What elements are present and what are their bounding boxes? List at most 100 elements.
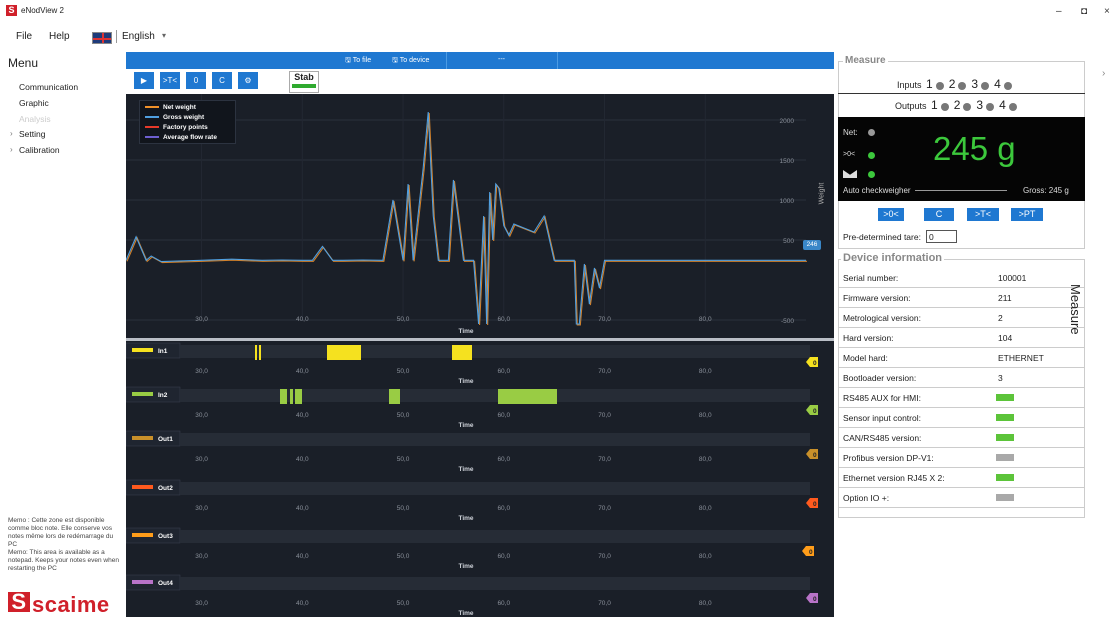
channel-label: In2 xyxy=(158,392,168,399)
clear-button[interactable]: C xyxy=(212,72,232,89)
channel-track xyxy=(180,345,810,358)
menu-help[interactable]: Help xyxy=(49,31,70,42)
x-tick-label: 30,0 xyxy=(195,368,208,375)
x-tick-label: 60,0 xyxy=(497,316,510,323)
x-tick-label: 60,0 xyxy=(497,505,510,512)
clear-button[interactable]: C xyxy=(924,208,954,221)
to-file-button[interactable]: 🖫 To file xyxy=(345,56,371,67)
sidebar-item-calibration[interactable]: Calibration xyxy=(19,145,60,155)
output-led xyxy=(986,102,995,111)
device-info-key: Bootloader version: xyxy=(843,373,917,383)
output-led xyxy=(1008,102,1017,111)
zero-button[interactable]: >0< xyxy=(878,208,904,221)
x-tick-label: 60,0 xyxy=(497,412,510,419)
legend-item: Net weight xyxy=(145,104,196,111)
y-tick-label: 500 xyxy=(783,238,794,245)
chevron-right-icon[interactable]: › xyxy=(10,145,13,154)
channel-swatch xyxy=(132,436,153,440)
to-device-button[interactable]: 🖫 To device xyxy=(392,56,429,67)
x-axis-label: Time xyxy=(458,422,473,429)
language-select[interactable]: English xyxy=(122,31,155,42)
menu-file[interactable]: File xyxy=(16,31,32,42)
device-info-row: Metrological version: 2 xyxy=(838,308,1085,328)
legend-swatch xyxy=(145,116,159,119)
device-info-row: RS485 AUX for HMI: xyxy=(838,388,1085,408)
device-info-row: Model hard: ETHERNET xyxy=(838,348,1085,368)
memo-notepad[interactable]: Memo : Cette zone est disponible comme b… xyxy=(8,517,123,573)
play-button[interactable]: ▶ xyxy=(134,72,154,89)
x-tick-label: 40,0 xyxy=(296,600,309,607)
channel-label: Out2 xyxy=(158,485,173,492)
x-tick-label: 30,0 xyxy=(195,412,208,419)
chevron-right-icon[interactable]: › xyxy=(10,129,13,138)
x-axis-label: Time xyxy=(458,378,473,385)
channel-swatch xyxy=(132,580,153,584)
channel-swatch xyxy=(132,533,153,537)
device-info-key: Ethernet version RJ45 X 2: xyxy=(843,473,945,483)
status-indicator xyxy=(996,434,1014,441)
zero-indicator-led xyxy=(868,152,875,159)
device-info-row: Sensor input control: xyxy=(838,408,1085,428)
device-info-key: Profibus version DP-V1: xyxy=(843,453,934,463)
x-tick-label: 70,0 xyxy=(598,368,611,375)
legend-swatch xyxy=(145,136,159,139)
brand-logo: Sscaime xyxy=(8,591,110,617)
tare-button[interactable]: >T< xyxy=(160,72,180,89)
sidebar-item-setting[interactable]: Setting xyxy=(19,129,45,139)
legend-item: Average flow rate xyxy=(145,134,217,141)
x-tick-label: 30,0 xyxy=(195,505,208,512)
status-indicator xyxy=(996,454,1014,461)
y-tick-label: -500 xyxy=(781,318,794,325)
sidebar-item-graphic[interactable]: Graphic xyxy=(19,98,49,108)
device-info-key: Option IO +: xyxy=(843,493,890,503)
channel-swatch xyxy=(132,348,153,352)
close-button[interactable]: × xyxy=(1104,6,1110,17)
device-info-row: CAN/RS485 version: xyxy=(838,428,1085,448)
gear-icon[interactable]: ⚙ xyxy=(238,72,258,89)
x-tick-label: 50,0 xyxy=(397,505,410,512)
device-info-row: Serial number: 100001 xyxy=(838,268,1085,288)
channel-active-block xyxy=(295,389,302,404)
channel-value-label: 0 xyxy=(813,360,817,367)
channel-label: Out1 xyxy=(158,436,173,443)
sidebar-item-analysis[interactable]: Analysis xyxy=(19,114,51,124)
x-tick-label: 70,0 xyxy=(598,412,611,419)
device-info-key: RS485 AUX for HMI: xyxy=(843,393,921,403)
x-tick-label: 40,0 xyxy=(296,368,309,375)
x-tick-label: 80,0 xyxy=(699,368,712,375)
weight-value: 245 g xyxy=(933,130,1016,167)
net-indicator-led xyxy=(868,129,875,136)
chevron-down-icon[interactable]: ▾ xyxy=(162,31,166,40)
x-tick-label: 70,0 xyxy=(598,553,611,560)
channel-active-block xyxy=(498,389,557,404)
chevron-right-icon[interactable]: › xyxy=(1102,68,1105,79)
tare-button[interactable]: >T< xyxy=(967,208,999,221)
x-tick-label: 80,0 xyxy=(699,600,712,607)
x-tick-label: 40,0 xyxy=(296,456,309,463)
tare-input[interactable]: 0 xyxy=(926,230,957,243)
x-tick-label: 30,0 xyxy=(195,456,208,463)
x-tick-label: 80,0 xyxy=(699,553,712,560)
channel-active-block xyxy=(389,389,400,404)
window-title: eNodView 2 xyxy=(21,6,64,15)
uk-flag-icon xyxy=(92,32,112,44)
measure-side-tab[interactable]: Measure xyxy=(1068,284,1083,335)
legend-swatch xyxy=(145,106,159,109)
net-label: Net: xyxy=(843,128,858,137)
device-info-key: Model hard: xyxy=(843,353,888,363)
legend-item: Gross weight xyxy=(145,114,204,121)
x-tick-label: 30,0 xyxy=(195,553,208,560)
device-info-row: Bootloader version: 3 xyxy=(838,368,1085,388)
device-info-value: 3 xyxy=(998,373,1003,383)
channel-swatch xyxy=(132,392,153,396)
device-info-row: Hard version: 104 xyxy=(838,328,1085,348)
minimize-button[interactable]: – xyxy=(1056,6,1062,17)
x-tick-label: 70,0 xyxy=(598,505,611,512)
restore-button[interactable]: ◘ xyxy=(1081,6,1087,17)
channel-value-label: 0 xyxy=(813,408,817,415)
preset-tare-button[interactable]: >PT xyxy=(1011,208,1043,221)
sidebar-item-communication[interactable]: Communication xyxy=(19,82,78,92)
outputs-row: Outputs 1234 xyxy=(895,98,1020,112)
zero-button[interactable]: 0 xyxy=(186,72,206,89)
output-led xyxy=(940,102,949,111)
